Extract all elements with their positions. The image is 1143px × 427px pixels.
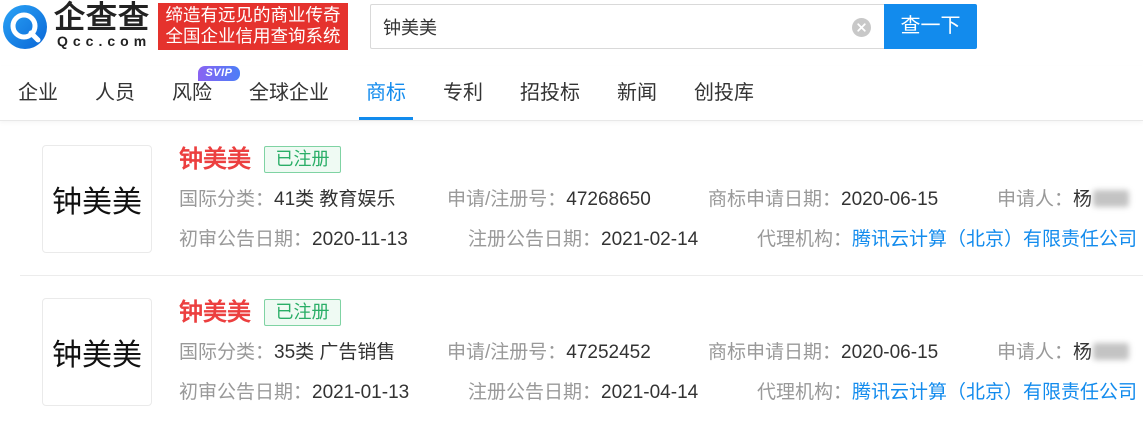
- field-applicant: 申请人：杨: [997, 189, 1130, 211]
- field-label: 注册公告日期：: [468, 229, 602, 250]
- tab-label: 专利: [443, 82, 483, 104]
- field-value: 2020-06-15: [841, 342, 939, 363]
- category-tabs: 企业 人员 风险 SVIP 全球企业 商标 专利 招投标 新闻 创投库: [0, 66, 1143, 121]
- field-reg-pub-date: 注册公告日期：2021-02-14: [468, 229, 698, 251]
- tab-global-enterprise[interactable]: 全球企业: [242, 66, 336, 120]
- trademark-thumbnail[interactable]: 钟美美: [42, 145, 152, 253]
- tab-people[interactable]: 人员: [88, 66, 142, 120]
- field-label: 代理机构：: [757, 382, 853, 403]
- field-value: 2020-11-13: [312, 229, 408, 250]
- tab-label: 人员: [95, 82, 135, 104]
- page: 企查查 Qcc.com 缔造有远见的商业传奇 全国企业信用查询系统 查一下 企业…: [0, 0, 1143, 427]
- agency-link[interactable]: 腾讯云计算（北京）有限责任公司: [852, 382, 1137, 403]
- tab-label: 新闻: [617, 82, 657, 104]
- field-value: 47252452: [566, 342, 651, 363]
- field-value: 41类 教育娱乐: [274, 189, 396, 210]
- field-label: 申请人：: [997, 342, 1074, 363]
- trademark-result-card: 钟美美 钟美美 已注册 国际分类：41类 教育娱乐 申请/注册号：4726865…: [0, 122, 1143, 275]
- tab-news[interactable]: 新闻: [610, 66, 664, 120]
- tab-patent[interactable]: 专利: [436, 66, 490, 120]
- tab-label: 创投库: [694, 82, 754, 104]
- redaction-blur: [1093, 190, 1130, 207]
- field-label: 申请人：: [997, 189, 1074, 210]
- field-value: 杨: [1073, 342, 1093, 363]
- field-label: 注册公告日期：: [468, 382, 602, 403]
- search-input[interactable]: [371, 5, 841, 48]
- field-value: 杨: [1073, 189, 1093, 210]
- field-value: 2021-04-14: [601, 382, 699, 403]
- field-apply-date: 商标申请日期：2020-06-15: [708, 342, 938, 364]
- field-value: 47268650: [566, 189, 651, 210]
- logo-brand: 企查查: [54, 0, 150, 35]
- tab-label: 企业: [18, 82, 58, 104]
- tab-venture[interactable]: 创投库: [687, 66, 761, 120]
- field-label: 初审公告日期：: [179, 229, 313, 250]
- tab-label: 风险: [172, 82, 212, 104]
- field-label: 国际分类：: [179, 342, 275, 363]
- redaction-blur: [1093, 343, 1130, 360]
- field-label: 商标申请日期：: [708, 189, 842, 210]
- field-label: 国际分类：: [179, 189, 275, 210]
- slogan-banner: 缔造有远见的商业传奇 全国企业信用查询系统: [158, 3, 348, 50]
- field-reg-no: 申请/注册号：47252452: [447, 342, 651, 364]
- field-agency: 代理机构：腾讯云计算（北京）有限责任公司: [757, 229, 1137, 251]
- field-apply-date: 商标申请日期：2020-06-15: [708, 189, 938, 211]
- trademark-name-link[interactable]: 钟美美: [179, 146, 251, 174]
- field-value: 2021-02-14: [601, 229, 699, 250]
- status-badge: 已注册: [264, 146, 341, 173]
- slogan-line-2: 全国企业信用查询系统: [165, 26, 341, 46]
- tab-bidding[interactable]: 招投标: [513, 66, 587, 120]
- logo-domain: Qcc.com: [57, 33, 152, 49]
- field-label: 申请/注册号：: [447, 189, 567, 210]
- field-reg-no: 申请/注册号：47268650: [447, 189, 651, 211]
- slogan-line-1: 缔造有远见的商业传奇: [165, 5, 341, 25]
- field-agency: 代理机构：腾讯云计算（北京）有限责任公司: [757, 382, 1137, 404]
- tab-label: 招投标: [520, 82, 580, 104]
- field-label: 商标申请日期：: [708, 342, 842, 363]
- tab-enterprise[interactable]: 企业: [11, 66, 65, 120]
- field-label: 申请/注册号：: [447, 342, 567, 363]
- tab-risk[interactable]: 风险 SVIP: [165, 66, 240, 120]
- field-intl-class: 国际分类：41类 教育娱乐: [179, 189, 395, 211]
- close-circle-icon[interactable]: [852, 18, 871, 37]
- field-label: 代理机构：: [757, 229, 853, 250]
- tab-label: 商标: [366, 82, 406, 104]
- search-box: [370, 4, 884, 49]
- qcc-logo-icon: [2, 4, 48, 50]
- trademark-thumbnail[interactable]: 钟美美: [42, 298, 152, 406]
- field-reg-pub-date: 注册公告日期：2021-04-14: [468, 382, 698, 404]
- logo-link[interactable]: 企查查 Qcc.com: [0, 0, 156, 54]
- field-intl-class: 国际分类：35类 广告销售: [179, 342, 395, 364]
- status-badge: 已注册: [264, 299, 341, 326]
- search-button[interactable]: 查一下: [884, 4, 977, 49]
- trademark-name-link[interactable]: 钟美美: [179, 299, 251, 327]
- trademark-result-card: 钟美美 钟美美 已注册 国际分类：35类 广告销售 申请/注册号：4725245…: [0, 275, 1143, 427]
- field-value: 2020-06-15: [841, 189, 939, 210]
- agency-link[interactable]: 腾讯云计算（北京）有限责任公司: [852, 229, 1137, 250]
- svip-badge: SVIP: [198, 66, 240, 81]
- field-label: 初审公告日期：: [179, 382, 313, 403]
- field-value: 2021-01-13: [312, 382, 410, 403]
- tab-trademark[interactable]: 商标: [359, 66, 413, 120]
- field-prelim-pub-date: 初审公告日期：2021-01-13: [179, 382, 409, 404]
- tab-label: 全球企业: [249, 82, 329, 104]
- field-value: 35类 广告销售: [274, 342, 396, 363]
- field-applicant: 申请人：杨: [997, 342, 1130, 364]
- field-prelim-pub-date: 初审公告日期：2020-11-13: [179, 229, 408, 251]
